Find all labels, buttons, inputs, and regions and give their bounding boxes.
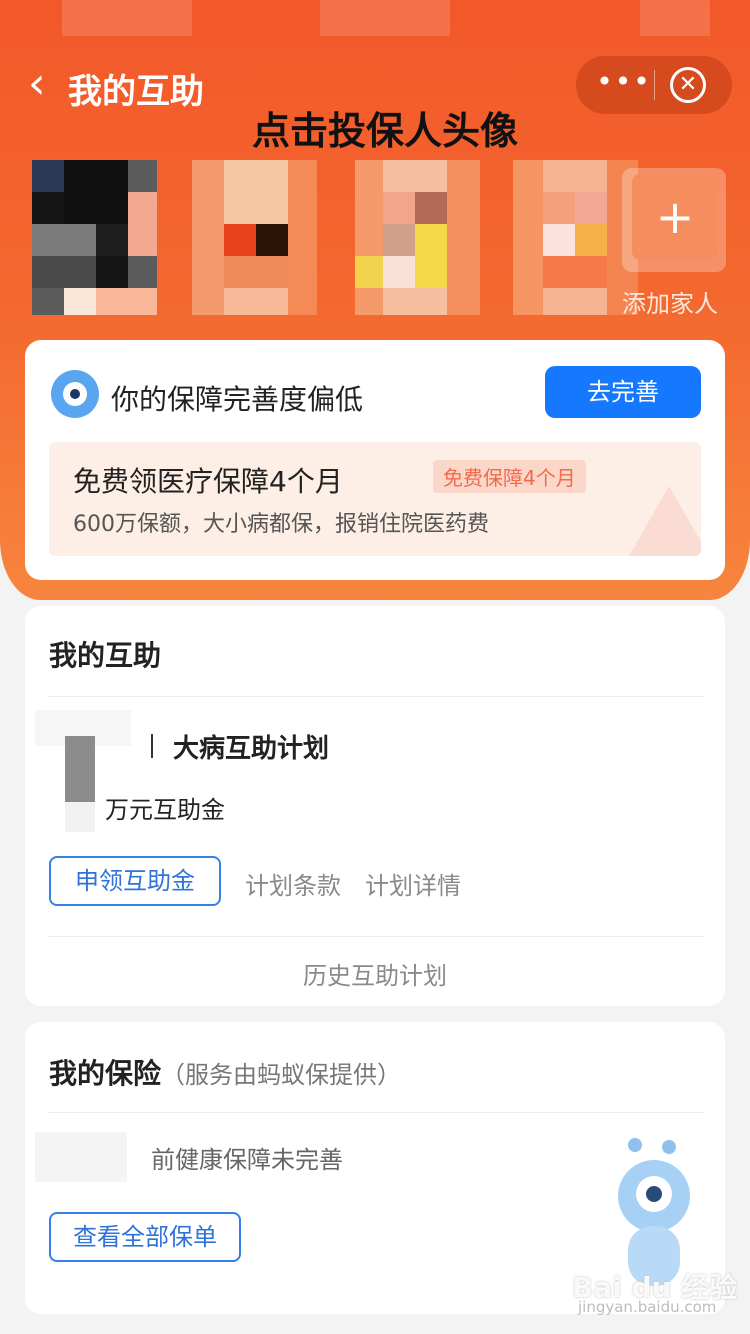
free-medical-promo[interactable]: 免费领医疗保障4个月 免费保障4个月 600万保额，大小病都保，报销住院医药费 bbox=[49, 442, 701, 556]
insurance-title-text: 我的保险 bbox=[49, 1057, 162, 1090]
plan-terms-link[interactable]: 计划条款 bbox=[245, 866, 341, 901]
ant-mascot-icon bbox=[51, 370, 99, 418]
family-avatar[interactable] bbox=[355, 160, 480, 315]
member-name-blur bbox=[65, 736, 95, 802]
back-icon[interactable]: ‹ bbox=[28, 62, 46, 106]
mutual-aid-title: 我的互助 bbox=[49, 639, 162, 672]
plan-name: 大病互助计划 bbox=[173, 734, 330, 764]
status-bar-blur bbox=[62, 0, 192, 36]
separator bbox=[151, 734, 153, 758]
complete-button[interactable]: 去完善 bbox=[545, 366, 701, 418]
status-bar-blur bbox=[320, 0, 450, 36]
warning-icon bbox=[629, 486, 701, 556]
more-icon[interactable]: ••• bbox=[594, 64, 654, 104]
divider bbox=[49, 936, 705, 937]
close-icon[interactable]: ✕ bbox=[670, 67, 706, 103]
completeness-card: 你的保障完善度偏低 去完善 免费领医疗保障4个月 免费保障4个月 600万保额，… bbox=[25, 340, 725, 580]
family-avatar[interactable] bbox=[192, 160, 317, 315]
baidu-watermark-url: jingyan.baidu.com bbox=[578, 1298, 717, 1316]
history-plans-link[interactable]: 历史互助计划 bbox=[25, 956, 725, 991]
health-status-text: 前健康保障未完善 bbox=[151, 1146, 343, 1174]
member-name-blur bbox=[35, 1132, 127, 1182]
mini-program-capsule: ••• ✕ bbox=[576, 56, 732, 114]
add-family-button[interactable]: + bbox=[632, 174, 718, 260]
family-avatar[interactable] bbox=[513, 160, 638, 315]
mutual-aid-card: 我的互助 大病互助计划 万元互助金 申领互助金 计划条款 计划详情 历史互助计划 bbox=[25, 606, 725, 1006]
divider bbox=[49, 1112, 705, 1113]
status-bar-blur bbox=[640, 0, 710, 36]
plan-details-link[interactable]: 计划详情 bbox=[365, 866, 461, 901]
insurance-provider: （服务由蚂蚁保提供） bbox=[161, 1061, 402, 1089]
instruction-annotation: 点击投保人头像 bbox=[252, 109, 519, 153]
promo-subtitle: 600万保额，大小病都保，报销住院医药费 bbox=[73, 512, 489, 537]
aid-amount: 万元互助金 bbox=[105, 796, 225, 824]
insurance-title: 我的保险（服务由蚂蚁保提供） bbox=[49, 1052, 401, 1092]
add-family-label[interactable]: 添加家人 bbox=[622, 284, 718, 319]
family-avatar[interactable] bbox=[32, 160, 157, 315]
divider bbox=[49, 696, 705, 697]
promo-title: 免费领医疗保障4个月 bbox=[73, 465, 343, 498]
page-title: 我的互助 bbox=[68, 72, 204, 112]
member-name-blur bbox=[65, 802, 95, 832]
completeness-text: 你的保障完善度偏低 bbox=[111, 383, 364, 416]
claim-aid-button[interactable]: 申领互助金 bbox=[49, 856, 221, 906]
promo-badge: 免费保障4个月 bbox=[433, 460, 586, 493]
view-all-policies-button[interactable]: 查看全部保单 bbox=[49, 1212, 241, 1262]
capsule-divider bbox=[654, 70, 655, 100]
